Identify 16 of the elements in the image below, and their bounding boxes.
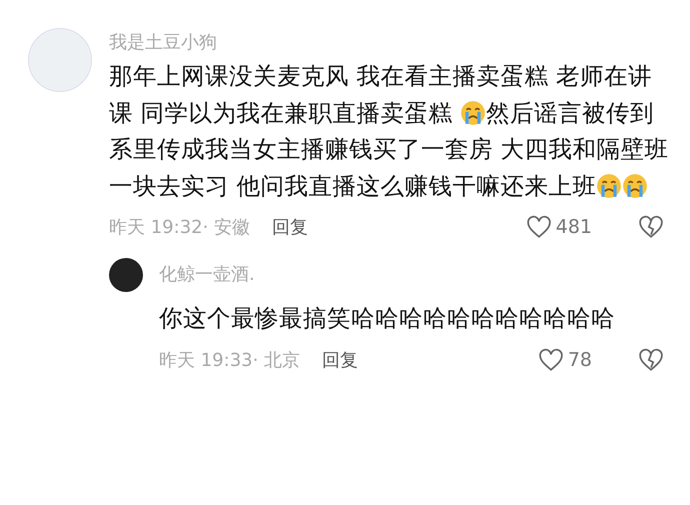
like-count: 78 bbox=[568, 348, 592, 370]
avatar[interactable] bbox=[109, 258, 143, 292]
crying-face-icon bbox=[460, 100, 486, 126]
timestamp-location: 昨天 19:32· 安徽 bbox=[109, 216, 250, 239]
comment-text: 那年上网课没关麦克风 我在看主播卖蛋糕 老师在讲课 同学以为我在兼职直播卖蛋糕 然后谣言被传到系里传成我当女主播赚钱买了一套房 大四我和隔壁班一块去实习 他问我直播这么赚钱干嘛还来上班 bbox=[109, 61, 670, 202]
reply-link[interactable]: 回复 bbox=[272, 215, 308, 239]
crying-face-icon bbox=[622, 172, 648, 198]
dislike-icon[interactable] bbox=[638, 214, 664, 240]
comment-text: 你这个最惨最搞笑哈哈哈哈哈哈哈哈哈哈哈 bbox=[159, 303, 616, 334]
dislike-icon[interactable] bbox=[638, 346, 664, 372]
like-icon[interactable] bbox=[538, 346, 564, 372]
like-count: 481 bbox=[556, 216, 592, 238]
reply-link[interactable]: 回复 bbox=[322, 348, 358, 372]
like-icon[interactable] bbox=[526, 214, 552, 240]
timestamp-location: 昨天 19:33· 北京 bbox=[159, 348, 300, 372]
crying-face-icon bbox=[596, 172, 622, 198]
